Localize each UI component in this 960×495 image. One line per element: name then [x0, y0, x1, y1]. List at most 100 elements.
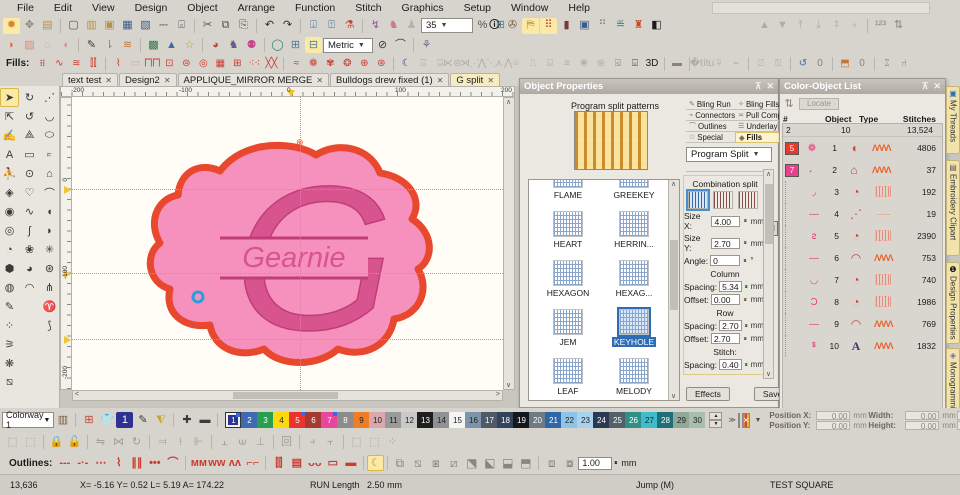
- split-variant-2[interactable]: [713, 191, 733, 209]
- contrast-icon[interactable]: ◧: [648, 18, 665, 34]
- angle-spinner[interactable]: ▲ ▼: [742, 255, 749, 266]
- flower-tool[interactable]: ❀: [20, 240, 39, 259]
- tab-pull-comp[interactable]: ≍ Pull Comp: [735, 110, 782, 121]
- shapes-tool[interactable]: ♡: [20, 183, 39, 202]
- object-row-5[interactable]: ꙅ 5 ◔ 2390: [783, 225, 942, 247]
- rectangle-tool[interactable]: ▭: [20, 145, 39, 164]
- reshape-node-tool[interactable]: ⋰: [40, 88, 59, 107]
- align-left-icon[interactable]: ⫤: [154, 434, 171, 450]
- align-bottom-icon[interactable]: ⊥: [252, 434, 269, 450]
- punch-tool[interactable]: ⬢: [0, 259, 19, 278]
- shape-trim-icon[interactable]: ⧅: [409, 455, 426, 471]
- outline-wave-icon[interactable]: ᴧᴧ: [226, 455, 243, 471]
- dots-tool[interactable]: ⁘: [0, 316, 19, 335]
- add-color-icon[interactable]: ✚: [178, 412, 195, 428]
- shape-combine-icon[interactable]: ⬓: [499, 455, 516, 471]
- fill-program-split-icon[interactable]: ⨅⨅: [144, 57, 160, 71]
- guide-line-h[interactable]: [72, 339, 503, 340]
- menu-file[interactable]: File: [8, 1, 43, 15]
- stitch-spacing-spinner[interactable]: ▲ ▼: [744, 359, 749, 370]
- shape-back-icon[interactable]: ⬕: [481, 455, 498, 471]
- palette-color-2[interactable]: 2: [241, 412, 258, 428]
- object-row-1[interactable]: 5 ❁ 1 ◖ ΛΛΛΛ 4806: [783, 137, 942, 159]
- rotate-objects-icon[interactable]: ↻: [128, 434, 145, 450]
- palette-color-21[interactable]: 21: [545, 412, 562, 428]
- close-icon[interactable]: ✕: [487, 76, 494, 85]
- ungroup-icon[interactable]: ⬚: [366, 434, 383, 450]
- outline-satin-icon[interactable]: ∥∥: [128, 455, 145, 471]
- arc-tool[interactable]: ◡: [40, 107, 59, 126]
- column-b-tool[interactable]: ◗: [40, 221, 59, 240]
- outline-offset-icon[interactable]: ≡: [559, 57, 575, 71]
- redo-icon[interactable]: ↷: [279, 18, 296, 34]
- palette-color-9[interactable]: 9: [353, 412, 370, 428]
- unlock-icon[interactable]: 🔓: [66, 434, 83, 450]
- node-select-tool[interactable]: ⟁: [20, 126, 39, 145]
- palette-color-17[interactable]: 17: [481, 412, 498, 428]
- mesh-tool[interactable]: ⊛: [40, 259, 59, 278]
- applique-partial-icon[interactable]: ♞: [225, 37, 242, 53]
- overlay-design-icon[interactable]: ≝: [612, 18, 629, 34]
- effects-button[interactable]: Effects: [686, 387, 730, 401]
- stitch-length-input[interactable]: 1.00: [578, 456, 613, 470]
- insert-embroidery-icon[interactable]: ⍐: [323, 18, 340, 34]
- export-icon[interactable]: ⚗: [341, 18, 358, 34]
- object-row-4[interactable]: ― 4 ⋰ ·─·─· 19: [783, 203, 942, 225]
- resequence-list-icon[interactable]: ⇅: [890, 18, 907, 34]
- portfolio-icon[interactable]: ▤: [39, 18, 56, 34]
- fill-motif-icon[interactable]: ⌇: [110, 57, 126, 71]
- scale-field-icon[interactable]: ⬒: [837, 57, 853, 71]
- pattern-jem[interactable]: JEM: [535, 300, 601, 349]
- print-icon[interactable]: ⎓: [155, 18, 172, 34]
- object-row-8[interactable]: Ɔ 8 ◔ 1986: [783, 291, 942, 313]
- list-mode-icon[interactable]: ⇅: [783, 96, 795, 112]
- align-top-icon[interactable]: ⫠: [216, 434, 233, 450]
- doc-tab-text-test[interactable]: text test ✕: [62, 73, 118, 86]
- tab-underlay[interactable]: ☰ Underlay: [735, 121, 782, 132]
- object-row-10[interactable]: ᙚ 10 A ΛΛΛΛ 1832: [783, 335, 942, 357]
- angle-input[interactable]: 0: [710, 255, 740, 266]
- outline-motif2-icon[interactable]: ᴡᴡ: [208, 455, 225, 471]
- fill-satin-icon[interactable]: ∿: [51, 57, 67, 71]
- applique-icon[interactable]: ◕: [207, 37, 224, 53]
- menu-view[interactable]: View: [83, 1, 124, 15]
- shape-exclude-icon[interactable]: ⧄: [445, 455, 462, 471]
- swirl-tool[interactable]: ◕: [20, 259, 39, 278]
- grid-settings-icon[interactable]: ⊟: [305, 37, 322, 53]
- outline-tatami-icon[interactable]: ▤: [288, 455, 305, 471]
- panel-titlebar[interactable]: Color-Object List ⊼ ✕: [780, 79, 945, 94]
- graphics-bitmap-icon[interactable]: ▩: [145, 37, 162, 53]
- palette-color-25[interactable]: 25: [609, 412, 626, 428]
- stitch-player-icon[interactable]: ↯: [367, 18, 384, 34]
- pattern-flame[interactable]: FLAME: [535, 180, 601, 202]
- tab-bling-run[interactable]: ✎ Bling Run: [686, 99, 736, 110]
- save-design-icon[interactable]: ▦: [119, 18, 136, 34]
- pattern-leaf[interactable]: LEAF: [535, 349, 601, 398]
- outline-solid-icon[interactable]: ▬: [342, 455, 359, 471]
- tab-special[interactable]: ☆ Special: [686, 132, 736, 143]
- colorway-editor-icon[interactable]: ⠿: [540, 17, 557, 34]
- graphics-vector-icon[interactable]: ▲: [163, 37, 180, 53]
- break-apart-icon[interactable]: ⑄: [879, 57, 895, 71]
- fill-small-icon[interactable]: ◖: [57, 37, 74, 53]
- menu-arrange[interactable]: Arrange: [229, 1, 284, 15]
- rotate-ccw-icon[interactable]: ↺: [795, 57, 811, 71]
- scrollbar-thumb[interactable]: [233, 392, 338, 399]
- palette-color-15[interactable]: 15: [449, 412, 466, 428]
- palette-color-4[interactable]: 4: [273, 412, 290, 428]
- fill-cross-icon[interactable]: ╳╳: [263, 57, 279, 71]
- digitize-needle-icon[interactable]: ⇂: [101, 37, 118, 53]
- open-design-icon[interactable]: ▥: [83, 18, 100, 34]
- shape-intersect-icon[interactable]: ⧆: [427, 455, 444, 471]
- palette-color-30[interactable]: 30: [689, 412, 706, 428]
- palette-color-29[interactable]: 29: [673, 412, 690, 428]
- units-combobox[interactable]: Metric ▼: [323, 37, 373, 53]
- menu-function[interactable]: Function: [286, 1, 344, 15]
- tab-bling-fills[interactable]: ✧ Bling Fills: [735, 99, 782, 110]
- position-y-input[interactable]: 0.00: [816, 420, 851, 431]
- graphics-star-icon[interactable]: ☆: [181, 37, 198, 53]
- outline-bead-icon[interactable]: •••: [146, 455, 163, 471]
- fill-moon-icon[interactable]: ☾: [398, 57, 414, 71]
- panel-titlebar[interactable]: Object Properties ⊼ ✕: [520, 79, 778, 94]
- column-spacing-spinner[interactable]: ▲ ▼: [744, 281, 749, 292]
